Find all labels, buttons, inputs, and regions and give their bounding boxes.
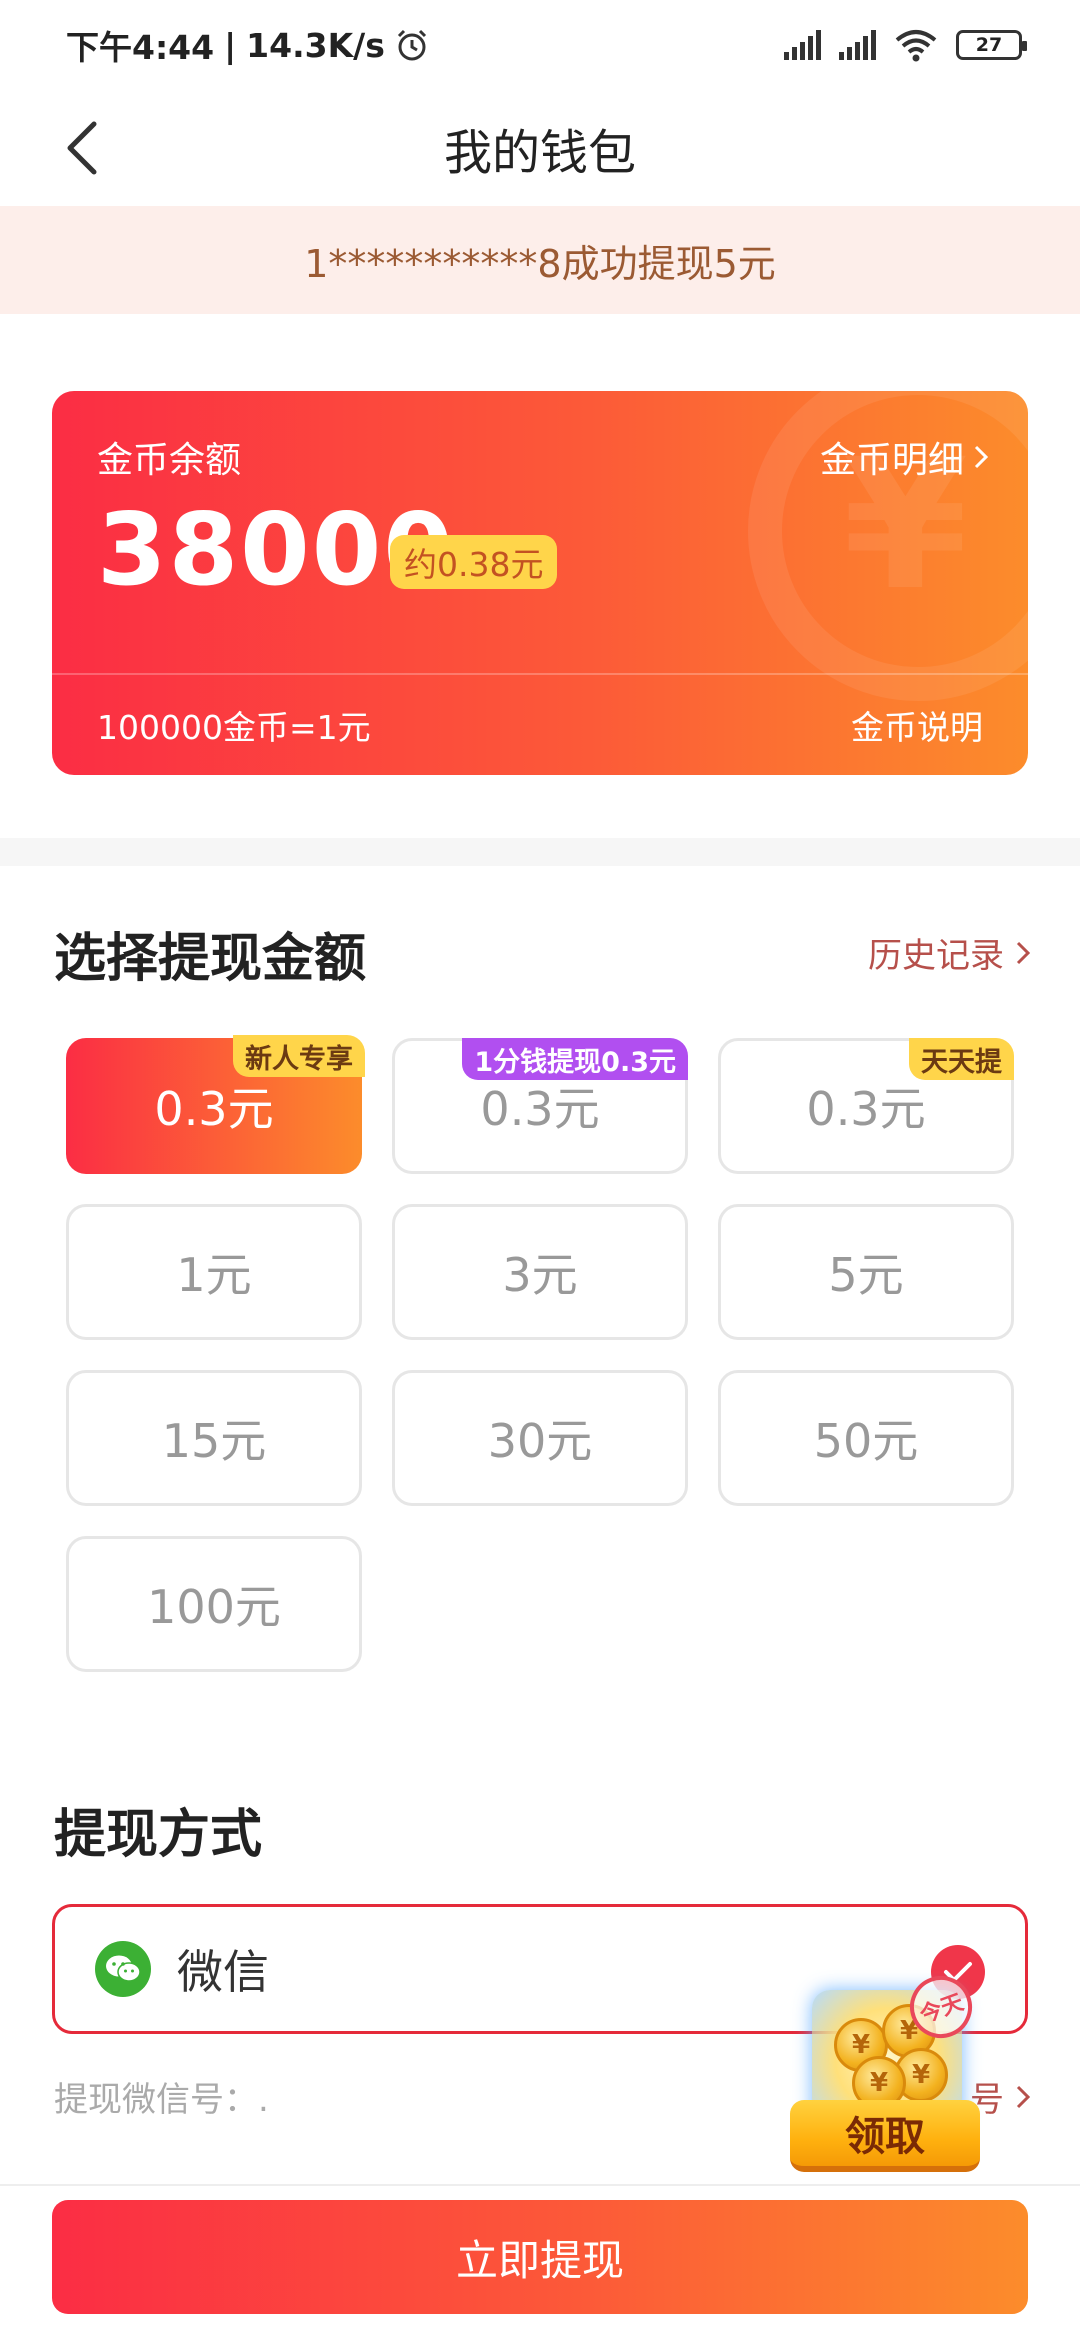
status-separator: | bbox=[224, 25, 237, 65]
exchange-rate-text: 100000金币=1元 bbox=[97, 708, 371, 747]
history-link-label: 历史记录 bbox=[868, 936, 1004, 976]
amount-option-5[interactable]: 5元 bbox=[718, 1204, 1014, 1340]
amount-label: 1元 bbox=[176, 1248, 252, 1302]
back-arrow-icon bbox=[67, 121, 97, 175]
bottom-divider bbox=[0, 2184, 1080, 2186]
coin-detail-label: 金币明细 bbox=[819, 440, 964, 481]
balance-approx-badge: 约0.38元 bbox=[390, 535, 558, 589]
coin-balance-card: ¥ 金币余额 金币明细 38000 约0.38元 100000金币=1元 金币说… bbox=[52, 391, 1028, 775]
battery-icon: 27 bbox=[956, 30, 1027, 60]
payment-method-label: 微信 bbox=[177, 1945, 269, 1999]
withdraw-now-label: 立即提现 bbox=[455, 2235, 624, 2285]
amount-label: 5元 bbox=[828, 1248, 904, 1302]
history-link[interactable]: 历史记录 bbox=[868, 928, 1030, 977]
status-right: 27 bbox=[784, 28, 1027, 62]
signal-hd-icon bbox=[839, 30, 876, 60]
wechat-account-label: 提现微信号：. bbox=[54, 2080, 269, 2120]
wifi-icon bbox=[895, 30, 937, 62]
chevron-right-icon bbox=[1016, 2085, 1030, 2108]
amount-label: 0.3元 bbox=[154, 1082, 274, 1136]
alarm-icon bbox=[397, 29, 426, 61]
today-stamp-label: 今天 bbox=[916, 1990, 967, 2029]
status-net-speed: 14.3K/s bbox=[246, 25, 385, 65]
amount-option-7[interactable]: 30元 bbox=[392, 1370, 688, 1506]
withdraw-amount-title: 选择提现金额 bbox=[54, 929, 367, 989]
amount-option-2[interactable]: 0.3元 天天提 bbox=[718, 1038, 1014, 1174]
claim-reward-label: 领取 bbox=[845, 2114, 925, 2160]
amount-label: 30元 bbox=[487, 1414, 593, 1468]
back-button[interactable] bbox=[50, 116, 114, 180]
battery-level: 27 bbox=[975, 34, 1003, 56]
card-divider bbox=[52, 673, 1028, 675]
amount-label: 0.3元 bbox=[806, 1082, 926, 1136]
section-separator bbox=[0, 838, 1080, 866]
amount-option-1[interactable]: 0.3元 1分钱提现0.3元 bbox=[392, 1038, 688, 1174]
notice-text: 1***********8成功提现5元 bbox=[304, 241, 776, 286]
chevron-right-icon bbox=[974, 445, 988, 469]
amount-option-3[interactable]: 1元 bbox=[66, 1204, 362, 1340]
wechat-icon bbox=[95, 1941, 151, 1997]
amount-option-0[interactable]: 0.3元 新人专享 bbox=[66, 1035, 365, 1174]
status-left: 下午4:44 | 14.3K/s bbox=[66, 21, 429, 69]
coin-explain-link[interactable]: 金币说明 bbox=[851, 701, 983, 749]
amount-label: 0.3元 bbox=[480, 1082, 600, 1136]
amount-option-6[interactable]: 15元 bbox=[66, 1370, 362, 1506]
amount-tag: 天天提 bbox=[909, 1038, 1014, 1080]
withdraw-notice-banner: 1***********8成功提现5元 bbox=[0, 206, 1080, 314]
page-title: 我的钱包 bbox=[443, 125, 636, 181]
nav-bar: 我的钱包 bbox=[0, 90, 1080, 206]
amount-tag: 新人专享 bbox=[233, 1035, 365, 1077]
signal-icon bbox=[784, 30, 821, 60]
amount-option-4[interactable]: 3元 bbox=[392, 1204, 688, 1340]
amount-tag: 1分钱提现0.3元 bbox=[462, 1038, 688, 1080]
amount-option-9[interactable]: 100元 bbox=[66, 1536, 362, 1672]
claim-reward-button[interactable]: 领取 bbox=[790, 2100, 980, 2172]
coin-detail-link[interactable]: 金币明细 bbox=[820, 431, 988, 483]
amount-label: 15元 bbox=[161, 1414, 267, 1468]
balance-label: 金币余额 bbox=[97, 440, 242, 481]
withdraw-now-button[interactable]: 立即提现 bbox=[52, 2200, 1028, 2314]
amount-label: 3元 bbox=[502, 1248, 578, 1302]
status-bar: 下午4:44 | 14.3K/s 27 bbox=[0, 0, 1080, 90]
floating-reward-widget[interactable]: ¥ ¥ ¥ ¥ 今天 领取 bbox=[790, 1967, 990, 2176]
amount-label: 50元 bbox=[813, 1414, 919, 1468]
amount-label: 100元 bbox=[147, 1580, 281, 1634]
amount-option-8[interactable]: 50元 bbox=[718, 1370, 1014, 1506]
payment-method-title: 提现方式 bbox=[54, 1805, 263, 1865]
chevron-right-icon bbox=[1016, 941, 1030, 964]
status-time: 下午4:44 bbox=[66, 28, 215, 67]
